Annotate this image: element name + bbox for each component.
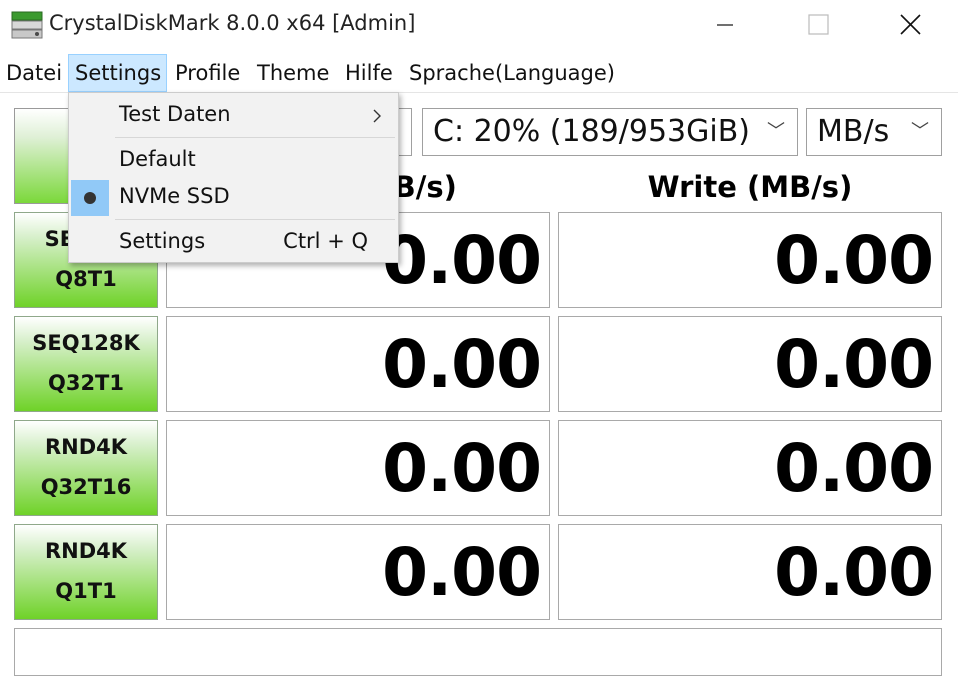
menu-item-label: Settings bbox=[119, 229, 206, 253]
unit-select[interactable]: MB/s ﹀ bbox=[806, 108, 942, 156]
menu-separator bbox=[115, 137, 395, 138]
write-result-box: 0.00 bbox=[558, 420, 942, 516]
menu-item-settings[interactable]: Settings Ctrl + Q bbox=[69, 225, 398, 261]
window-title: CrystalDiskMark 8.0.0 x64 [Admin] bbox=[49, 11, 416, 35]
chevron-right-icon bbox=[373, 109, 381, 123]
comment-input[interactable] bbox=[14, 628, 942, 676]
read-value: 0.00 bbox=[382, 534, 542, 611]
read-value: 0.00 bbox=[382, 222, 542, 299]
menu-language[interactable]: Sprache(Language) bbox=[403, 54, 621, 92]
maximize-button[interactable] bbox=[788, 0, 848, 50]
test-button-seq128k-q32t1[interactable]: SEQ128K Q32T1 bbox=[14, 316, 158, 412]
read-result-box: 0.00 bbox=[166, 316, 550, 412]
test-label-line2: Q32T1 bbox=[47, 371, 124, 395]
read-value: 0.00 bbox=[382, 430, 542, 507]
menu-item-test-daten[interactable]: Test Daten bbox=[69, 98, 398, 134]
close-icon bbox=[900, 14, 921, 35]
menu-settings[interactable]: Settings bbox=[68, 54, 167, 92]
drive-select[interactable]: C: 20% (189/953GiB) ﹀ bbox=[422, 108, 798, 156]
unit-select-value: MB/s bbox=[817, 114, 890, 149]
drive-select-value: C: 20% (189/953GiB) bbox=[433, 114, 751, 149]
read-result-box: 0.00 bbox=[166, 524, 550, 620]
test-button-rnd4k-q32t16[interactable]: RND4K Q32T16 bbox=[14, 420, 158, 516]
maximize-icon bbox=[808, 14, 829, 35]
test-label-line2: Q8T1 bbox=[55, 267, 117, 291]
menu-item-label: NVMe SSD bbox=[119, 184, 230, 208]
test-label-line1: SEQ128K bbox=[32, 331, 140, 355]
settings-dropdown-menu: Test Daten Default NVMe SSD Settings Ctr… bbox=[68, 92, 399, 263]
menu-separator bbox=[115, 219, 395, 220]
menu-item-label: Default bbox=[119, 147, 196, 171]
write-value: 0.00 bbox=[774, 430, 934, 507]
write-value: 0.00 bbox=[774, 534, 934, 611]
menu-item-default[interactable]: Default bbox=[69, 143, 398, 179]
read-result-box: 0.00 bbox=[166, 420, 550, 516]
menu-datei[interactable]: Datei bbox=[0, 54, 68, 92]
chevron-down-icon: ﹀ bbox=[767, 121, 785, 142]
app-disk-icon bbox=[11, 11, 43, 39]
write-value: 0.00 bbox=[774, 222, 934, 299]
minimize-icon bbox=[717, 24, 733, 26]
menu-bar: Datei Settings Profile Theme Hilfe Sprac… bbox=[0, 54, 958, 92]
menu-item-nvme-ssd[interactable]: NVMe SSD bbox=[69, 180, 398, 216]
test-label-line2: Q1T1 bbox=[55, 579, 117, 603]
menu-hilfe[interactable]: Hilfe bbox=[339, 54, 399, 92]
write-result-box: 0.00 bbox=[558, 212, 942, 308]
write-header: Write (MB/s) bbox=[647, 170, 853, 204]
write-value: 0.00 bbox=[774, 326, 934, 403]
close-button[interactable] bbox=[880, 0, 940, 50]
title-bar: CrystalDiskMark 8.0.0 x64 [Admin] bbox=[0, 0, 958, 50]
write-result-box: 0.00 bbox=[558, 316, 942, 412]
test-button-rnd4k-q1t1[interactable]: RND4K Q1T1 bbox=[14, 524, 158, 620]
test-label-line1: RND4K bbox=[44, 539, 128, 563]
chevron-down-icon: ﹀ bbox=[911, 121, 929, 142]
write-result-box: 0.00 bbox=[558, 524, 942, 620]
menu-profile[interactable]: Profile bbox=[169, 54, 246, 92]
test-label-line1: RND4K bbox=[44, 435, 128, 459]
menu-item-shortcut: Ctrl + Q bbox=[283, 229, 368, 253]
minimize-button[interactable] bbox=[695, 0, 755, 50]
read-value: 0.00 bbox=[382, 326, 542, 403]
radio-dot-icon bbox=[84, 192, 96, 204]
menu-theme[interactable]: Theme bbox=[251, 54, 335, 92]
test-label-line2: Q32T16 bbox=[40, 475, 132, 499]
menu-item-label: Test Daten bbox=[119, 102, 231, 126]
